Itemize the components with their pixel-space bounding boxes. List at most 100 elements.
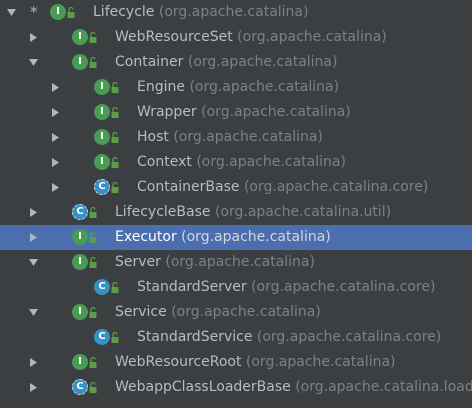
package-name: (org.apache.catalina) [189, 79, 340, 95]
expand-arrow-right-icon[interactable] [28, 375, 40, 400]
public-visibility-icon [111, 129, 119, 145]
package-name: (org.apache.catalina.core) [256, 329, 442, 345]
package-name: (org.apache.catalina) [165, 254, 315, 270]
type-name: Server [115, 254, 161, 270]
expand-arrow-right-icon[interactable] [28, 25, 40, 50]
tree-row[interactable]: I WebResourceRoot (org.apache.catalina) [0, 350, 472, 375]
package-name: (org.apache.catalina) [245, 354, 396, 370]
class-name-label: Host (org.apache.catalina) [137, 125, 323, 150]
public-visibility-icon [89, 304, 97, 320]
package-name: (org.apache.catalina.core) [251, 279, 436, 295]
abstract-class-icon: C [72, 204, 88, 220]
interface-icon: I [72, 29, 88, 45]
type-name: Engine [137, 79, 185, 95]
interface-icon: I [72, 54, 88, 70]
expand-arrow-right-icon[interactable] [50, 150, 62, 175]
expand-arrow-right-icon[interactable] [50, 100, 62, 125]
package-name: (org.apache.catalina) [181, 229, 331, 245]
class-name-label: WebResourceRoot (org.apache.catalina) [115, 350, 396, 375]
public-visibility-icon [89, 204, 97, 220]
expand-arrow-down-icon[interactable] [28, 250, 40, 275]
tree-row[interactable]: I Server (org.apache.catalina) [0, 250, 472, 275]
public-visibility-icon [89, 379, 97, 395]
class-icon: C [94, 279, 110, 295]
type-name: LifecycleBase [115, 204, 211, 220]
package-name: (org.apache.catalina.loader) [295, 379, 472, 395]
expand-arrow-right-icon[interactable] [50, 125, 62, 150]
tree-row[interactable]: C ContainerBase (org.apache.catalina.core… [0, 175, 472, 200]
tree-row[interactable]: I Service (org.apache.catalina) [0, 300, 472, 325]
class-name-label: Context (org.apache.catalina) [137, 150, 346, 175]
interface-icon: I [94, 104, 110, 120]
class-name-label: WebResourceSet (org.apache.catalina) [115, 25, 387, 50]
interface-icon: I [50, 4, 66, 20]
tree-row[interactable]: I Engine (org.apache.catalina) [0, 75, 472, 100]
expand-arrow-right-icon[interactable] [28, 350, 40, 375]
class-name-label: Server (org.apache.catalina) [115, 250, 315, 275]
type-name: WebResourceRoot [115, 354, 242, 370]
package-name: (org.apache.catalina) [158, 4, 309, 20]
class-name-label: Wrapper (org.apache.catalina) [137, 100, 351, 125]
interface-icon: I [94, 79, 110, 95]
package-name: (org.apache.catalina) [237, 29, 387, 45]
root-marker: * [30, 3, 38, 21]
class-name-label: StandardService (org.apache.catalina.cor… [137, 325, 441, 350]
expand-arrow-right-icon[interactable] [28, 225, 40, 250]
class-name-label: Container (org.apache.catalina) [115, 50, 337, 75]
type-name: WebappClassLoaderBase [115, 379, 291, 395]
expand-arrow-right-icon[interactable] [28, 200, 40, 225]
public-visibility-icon [111, 279, 119, 295]
expand-arrow-right-icon[interactable] [50, 75, 62, 100]
class-name-label: WebappClassLoaderBase (org.apache.catali… [115, 375, 472, 400]
tree-row[interactable]: C WebappClassLoaderBase (org.apache.catal… [0, 375, 472, 400]
tree-row[interactable]: C StandardService (org.apache.catalina.co… [0, 325, 472, 350]
interface-icon: I [72, 229, 88, 245]
class-name-label: LifecycleBase (org.apache.catalina.util) [115, 200, 391, 225]
public-visibility-icon [111, 79, 119, 95]
tree-row[interactable]: C StandardServer (org.apache.catalina.cor… [0, 275, 472, 300]
public-visibility-icon [111, 329, 119, 345]
type-name: Container [115, 54, 184, 70]
public-visibility-icon [67, 4, 75, 20]
interface-icon: I [72, 304, 88, 320]
tree-row[interactable]: I WebResourceSet (org.apache.catalina) [0, 25, 472, 50]
type-name: Wrapper [137, 104, 197, 120]
tree-row[interactable]: I Context (org.apache.catalina) [0, 150, 472, 175]
interface-icon: I [94, 129, 110, 145]
public-visibility-icon [111, 154, 119, 170]
class-icon: C [94, 329, 110, 345]
expand-arrow-down-icon[interactable] [28, 300, 40, 325]
public-visibility-icon [89, 254, 97, 270]
public-visibility-icon [111, 179, 119, 195]
package-name: (org.apache.catalina) [201, 104, 351, 120]
tree-row[interactable]: I Container (org.apache.catalina) [0, 50, 472, 75]
type-name: ContainerBase [137, 179, 240, 195]
class-name-label: Service (org.apache.catalina) [115, 300, 321, 325]
type-name: Lifecycle [93, 4, 155, 20]
type-name: Host [137, 129, 169, 145]
abstract-class-icon: C [72, 379, 88, 395]
expand-arrow-down-icon[interactable] [6, 0, 18, 25]
class-name-label: Engine (org.apache.catalina) [137, 75, 339, 100]
tree-row[interactable]: I Host (org.apache.catalina) [0, 125, 472, 150]
abstract-class-icon: C [94, 179, 110, 195]
tree-row[interactable]: I Executor (org.apache.catalina) [0, 225, 472, 250]
class-name-label: Lifecycle (org.apache.catalina) [93, 0, 308, 25]
tree-row[interactable]: C LifecycleBase (org.apache.catalina.util… [0, 200, 472, 225]
type-name: Context [137, 154, 192, 170]
package-name: (org.apache.catalina) [171, 304, 321, 320]
package-name: (org.apache.catalina) [187, 54, 338, 70]
public-visibility-icon [89, 229, 97, 245]
class-name-label: StandardServer (org.apache.catalina.core… [137, 275, 435, 300]
expand-arrow-right-icon[interactable] [50, 175, 62, 200]
expand-arrow-down-icon[interactable] [28, 50, 40, 75]
package-name: (org.apache.catalina) [196, 154, 346, 170]
public-visibility-icon [111, 104, 119, 120]
type-hierarchy-tree: * I Lifecycle (org.apache.catalina) I WebRes… [0, 0, 472, 408]
class-name-label: ContainerBase (org.apache.catalina.core) [137, 175, 428, 200]
type-name: StandardServer [137, 279, 247, 295]
interface-icon: I [72, 254, 88, 270]
tree-row[interactable]: I Wrapper (org.apache.catalina) [0, 100, 472, 125]
tree-row[interactable]: * I Lifecycle (org.apache.catalina) [0, 0, 472, 25]
type-name: WebResourceSet [115, 29, 233, 45]
